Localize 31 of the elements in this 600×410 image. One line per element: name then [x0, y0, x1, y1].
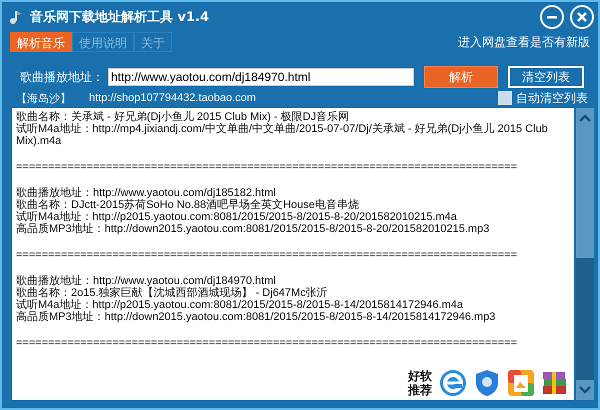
result-line: 歌曲名称：2o15.独家巨献【沈城西部酒城现场】 - Dj647Mc张沂: [16, 287, 329, 299]
result-line: 歌曲播放地址：http://www.yaotou.com/dj185182.html: [16, 187, 276, 199]
result-line: 歌曲名称：关承斌 - 好兄弟(Dj小鱼儿 2015 Club Mix) - 极限DJ音乐网: [16, 111, 350, 123]
result-line: 试听M4a地址：http://p2015.yaotou.com:8081/2015/2015-8/2015-8-20/201582010215.m4a: [16, 211, 458, 223]
separator-line: ==============================================================================: [16, 337, 518, 349]
separator-line: ==============================================================================: [16, 161, 518, 173]
shop-link[interactable]: http://shop107794432.taobao.com: [89, 92, 256, 104]
auto-clear-checkbox[interactable]: [498, 91, 512, 105]
clear-list-button[interactable]: 清空列表: [508, 66, 584, 88]
browser-icon[interactable]: [438, 368, 468, 398]
music-note-icon: [8, 9, 24, 25]
auto-clear-label: 自动清空列表: [516, 90, 588, 106]
result-line: 歌曲名称：DJctt-2015苏荷SoHo No.88酒吧早场全英文House电音串烧: [16, 199, 360, 211]
separator-line: ==============================================================================: [16, 249, 518, 261]
url-label: 歌曲播放地址：: [20, 68, 104, 86]
parse-button[interactable]: 解析: [424, 66, 498, 88]
window-title: 音乐网下载地址解析工具 v1.4: [30, 8, 210, 26]
result-line: 试听M4a地址：http://p2015.yaotou.com:8081/2015/2015-8/2015-8-14/2015814172946.m4a: [16, 299, 464, 311]
scrollbar[interactable]: [574, 108, 594, 400]
tab[interactable]: 解析音乐: [10, 32, 72, 52]
scroll-down-icon[interactable]: [579, 386, 591, 394]
scroll-up-icon[interactable]: [579, 114, 591, 122]
shop-name: 【海岛沙】: [16, 90, 71, 106]
update-link[interactable]: 进入网盘查看是否有新版: [458, 34, 590, 50]
result-line: 高品质MP3地址：http://down2015.yaotou.com:8081/2015/2015-8/2015-8-20/201582010215.mp3: [16, 223, 490, 235]
result-line: 试听M4a地址：http://mp4.jixiandj.com/中文单曲/中文单曲/2015-07-07/Dj/关承斌 - 好兄弟(Dj小鱼儿 2015 Club Mix).m4a: [16, 123, 549, 147]
url-field[interactable]: http://www.yaotou.com/dj184970.html: [108, 68, 414, 86]
result-line: 高品质MP3地址：http://down2015.yaotou.com:8081/2015/2015-8/2015-8-14/2015814172946.mp3: [16, 311, 496, 323]
image-app-icon[interactable]: [506, 368, 536, 398]
result-line: 歌曲播放地址：http://www.yaotou.com/dj184970.html: [16, 275, 277, 287]
recommend-label: 好软推荐: [408, 369, 433, 397]
